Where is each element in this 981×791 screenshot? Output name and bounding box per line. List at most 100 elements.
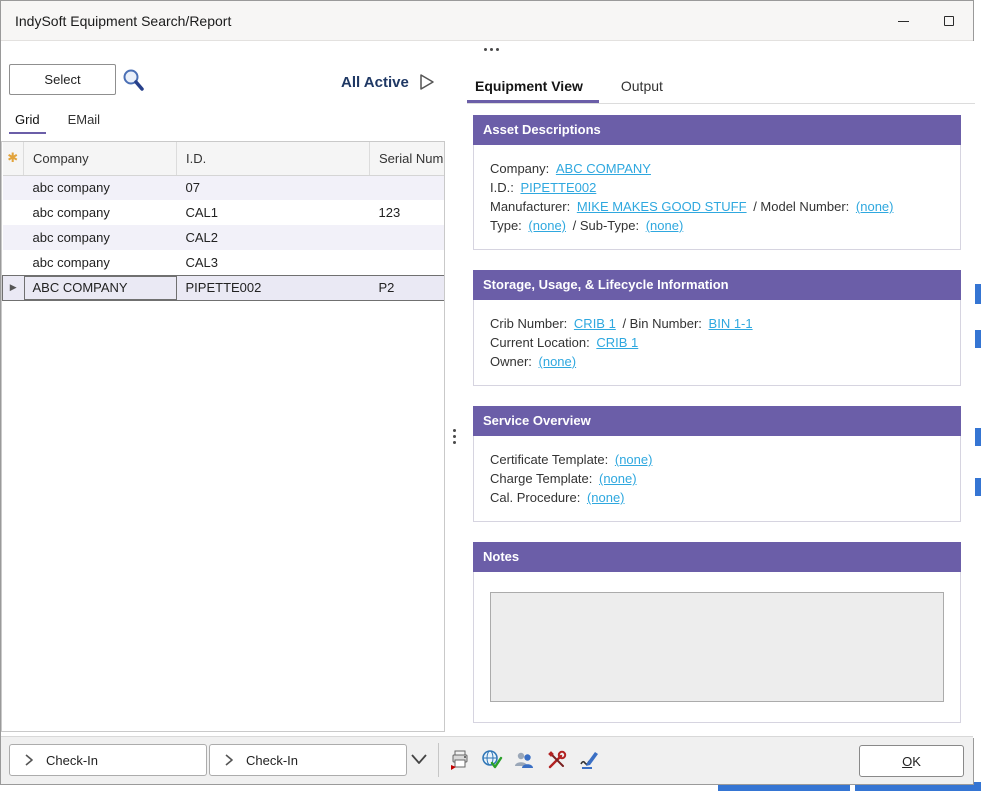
field-label: Charge Template: <box>490 471 596 486</box>
info-section: Storage, Usage, & Lifecycle Information … <box>473 270 961 386</box>
field-link[interactable]: (none) <box>528 218 566 233</box>
field-label: / Sub-Type: <box>569 218 643 233</box>
grid-cell-company: abc company <box>24 200 177 225</box>
search-icon[interactable] <box>121 67 145 93</box>
section-body: Company: ABC COMPANYI.D.: PIPETTE002Manu… <box>473 145 961 250</box>
grid-cell-serial <box>370 175 446 200</box>
tab-grid[interactable]: Grid <box>9 109 46 134</box>
field-label: Manufacturer: <box>490 199 574 214</box>
section-line: I.D.: PIPETTE002 <box>490 178 944 197</box>
check-in-button-2[interactable]: Check-In <box>209 744 407 776</box>
check-in-label: Check-In <box>46 753 98 768</box>
splitter-grip-icon <box>453 429 456 444</box>
field-link[interactable]: (none) <box>587 490 625 505</box>
chevron-down-icon[interactable] <box>409 751 429 767</box>
info-section: Notes <box>473 542 961 723</box>
field-link[interactable]: CRIB 1 <box>574 316 616 331</box>
play-outline-icon <box>419 73 435 91</box>
print-button[interactable] <box>447 747 473 773</box>
background-window-fragment <box>718 785 850 791</box>
table-row[interactable]: ▶ ABC COMPANY PIPETTE002 P2 <box>3 275 446 300</box>
field-link[interactable]: (none) <box>599 471 637 486</box>
tab-output[interactable]: Output <box>613 71 679 103</box>
checkin-icon <box>222 753 236 767</box>
section-line: Current Location: CRIB 1 <box>490 333 944 352</box>
tools-button[interactable] <box>544 747 570 773</box>
tab-equipment-view[interactable]: Equipment View <box>467 71 599 103</box>
column-header-company[interactable]: Company <box>24 142 177 175</box>
table-row[interactable]: abc company CAL3 <box>3 250 446 275</box>
background-window-fragment <box>975 330 981 348</box>
background-window-fragment <box>975 284 981 304</box>
grid-cell-company: abc company <box>24 175 177 200</box>
bottom-toolbar: Check-In Check-In <box>1 736 973 784</box>
panel-splitter-handle[interactable] <box>484 48 499 51</box>
column-header-serial[interactable]: Serial Num <box>370 142 446 175</box>
web-sync-icon <box>481 749 503 771</box>
field-link[interactable]: (none) <box>615 452 653 467</box>
web-sync-button[interactable] <box>479 747 505 773</box>
left-tabs: Grid EMail <box>9 109 106 134</box>
section-line: Cal. Procedure: (none) <box>490 488 944 507</box>
section-line: Crib Number: CRIB 1 / Bin Number: BIN 1-… <box>490 314 944 333</box>
section-body <box>473 572 961 723</box>
section-line: Type: (none) / Sub-Type: (none) <box>490 216 944 235</box>
column-header-id[interactable]: I.D. <box>177 142 370 175</box>
window-title: IndySoft Equipment Search/Report <box>15 13 231 29</box>
row-indicator <box>3 175 24 200</box>
field-link[interactable]: PIPETTE002 <box>520 180 596 195</box>
sections: Asset Descriptions Company: ABC COMPANYI… <box>473 115 961 738</box>
filter-selector[interactable]: All Active <box>341 73 435 91</box>
section-line: Manufacturer: MIKE MAKES GOOD STUFF / Mo… <box>490 197 944 216</box>
grid-cell-company: abc company <box>24 250 177 275</box>
check-in-label: Check-In <box>246 753 298 768</box>
users-button[interactable] <box>511 747 537 773</box>
section-line: Company: ABC COMPANY <box>490 159 944 178</box>
background-window-fragment <box>975 428 981 446</box>
section-header: Service Overview <box>473 406 961 436</box>
table-row[interactable]: abc company CAL2 <box>3 225 446 250</box>
grid-cell-id: 07 <box>177 175 370 200</box>
field-link[interactable]: CRIB 1 <box>596 335 638 350</box>
check-in-button-1[interactable]: Check-In <box>9 744 207 776</box>
pane-splitter[interactable] <box>445 141 463 732</box>
notes-textarea[interactable] <box>490 592 944 702</box>
field-link[interactable]: ABC COMPANY <box>556 161 651 176</box>
row-indicator <box>3 225 24 250</box>
field-link[interactable]: (none) <box>539 354 577 369</box>
row-indicator <box>3 200 24 225</box>
ok-button[interactable]: OK <box>859 745 964 777</box>
field-link[interactable]: (none) <box>856 199 894 214</box>
toolbar-separator <box>438 743 439 777</box>
table-row[interactable]: abc company CAL1 123 <box>3 200 446 225</box>
field-link[interactable]: (none) <box>646 218 684 233</box>
field-label: Owner: <box>490 354 536 369</box>
section-line: Charge Template: (none) <box>490 469 944 488</box>
field-label: Certificate Template: <box>490 452 612 467</box>
tab-email[interactable]: EMail <box>62 109 107 134</box>
grid-header-row: ✱ Company I.D. Serial Num <box>3 142 446 175</box>
field-label: Company: <box>490 161 553 176</box>
field-link[interactable]: BIN 1-1 <box>709 316 753 331</box>
signature-icon <box>578 749 600 771</box>
maximize-icon <box>944 16 954 26</box>
info-section: Service Overview Certificate Template: (… <box>473 406 961 522</box>
section-header: Notes <box>473 542 961 572</box>
field-label: / Model Number: <box>750 199 853 214</box>
field-label: I.D.: <box>490 180 517 195</box>
field-label: Cal. Procedure: <box>490 490 584 505</box>
minimize-button[interactable] <box>880 1 926 41</box>
maximize-button[interactable] <box>926 1 972 41</box>
tools-icon <box>546 749 568 771</box>
grid-body: abc company 07 abc company CAL1 123 abc … <box>3 175 446 300</box>
signature-button[interactable] <box>576 747 602 773</box>
field-label: Current Location: <box>490 335 593 350</box>
section-header: Storage, Usage, & Lifecycle Information <box>473 270 961 300</box>
grid-gutter-header[interactable]: ✱ <box>3 142 24 175</box>
app-window: IndySoft Equipment Search/Report Select … <box>0 0 974 785</box>
table-row[interactable]: abc company 07 <box>3 175 446 200</box>
select-button[interactable]: Select <box>9 64 116 95</box>
print-icon <box>449 749 471 771</box>
field-link[interactable]: MIKE MAKES GOOD STUFF <box>577 199 747 214</box>
row-indicator <box>3 250 24 275</box>
